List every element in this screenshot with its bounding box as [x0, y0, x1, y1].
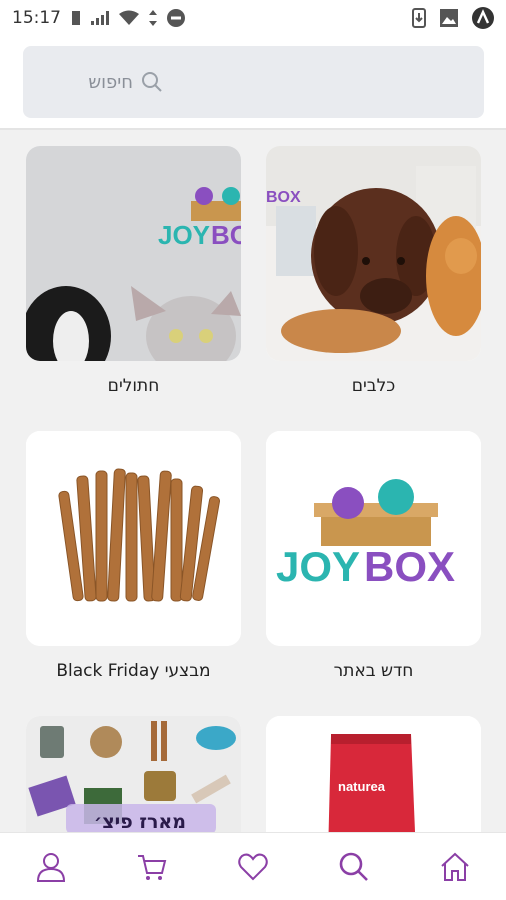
search-header: [0, 36, 506, 128]
naturea-brand-text: naturea: [338, 779, 386, 794]
category-label-dogs[interactable]: כלבים: [266, 376, 481, 396]
dogs-image: BOX: [266, 146, 481, 361]
category-card-new[interactable]: JOY BOX: [266, 431, 481, 646]
svg-text:BOX: BOX: [211, 220, 241, 250]
search-icon: [141, 71, 163, 93]
app-notification-icon: [472, 7, 494, 29]
naturea-bag-image: naturea: [266, 716, 481, 832]
signal-icon: [91, 11, 109, 25]
joybox-logo-box: BOX: [364, 543, 455, 590]
category-card-food[interactable]: naturea: [266, 716, 481, 832]
status-right: [412, 7, 494, 29]
user-icon: [36, 852, 65, 882]
status-bar: 15:17: [0, 0, 506, 36]
sim-icon: [71, 10, 81, 26]
joybox-logo-fragment: BOX: [266, 189, 301, 206]
category-card-cats[interactable]: JOY BOX: [26, 146, 241, 361]
heart-icon: [238, 853, 268, 880]
search-input[interactable]: [23, 71, 133, 93]
nav-cart[interactable]: [127, 842, 177, 892]
joybox-logo-joy: JOY: [276, 543, 360, 590]
category-card-box[interactable]: מארז פיצ׳: [26, 716, 241, 832]
search-icon: [339, 852, 369, 881]
box-title-text: מארז פיצ׳: [94, 811, 186, 832]
do-not-disturb-icon: [167, 9, 185, 27]
category-label-black-friday[interactable]: Black Friday מבצעי: [26, 661, 241, 681]
category-card-black-friday[interactable]: [26, 431, 241, 646]
joybox-image: JOY BOX: [266, 431, 481, 646]
search-bar[interactable]: [23, 46, 484, 118]
box-products-image: מארז פיצ׳: [26, 716, 241, 832]
cart-icon: [137, 854, 167, 880]
data-arrows-icon: [149, 10, 157, 26]
category-grid: BOX כלבים JOY BOX חתולים: [0, 130, 506, 832]
bottom-nav: [0, 832, 506, 900]
wifi-icon: [119, 10, 139, 26]
status-left: 15:17: [12, 8, 185, 28]
home-icon: [441, 852, 470, 881]
category-label-cats[interactable]: חתולים: [26, 376, 241, 396]
category-card-dogs[interactable]: BOX: [266, 146, 481, 361]
nav-wishlist[interactable]: [228, 842, 278, 892]
nav-account[interactable]: [26, 842, 76, 892]
download-icon: [412, 8, 426, 28]
cats-image: JOY BOX: [26, 146, 241, 361]
gallery-icon: [440, 9, 458, 27]
status-time: 15:17: [12, 8, 61, 28]
bully-sticks-image: [26, 431, 241, 646]
svg-text:JOY: JOY: [158, 220, 210, 250]
nav-search[interactable]: [329, 842, 379, 892]
nav-home[interactable]: [430, 842, 480, 892]
category-label-new[interactable]: חדש באתר: [266, 661, 481, 681]
